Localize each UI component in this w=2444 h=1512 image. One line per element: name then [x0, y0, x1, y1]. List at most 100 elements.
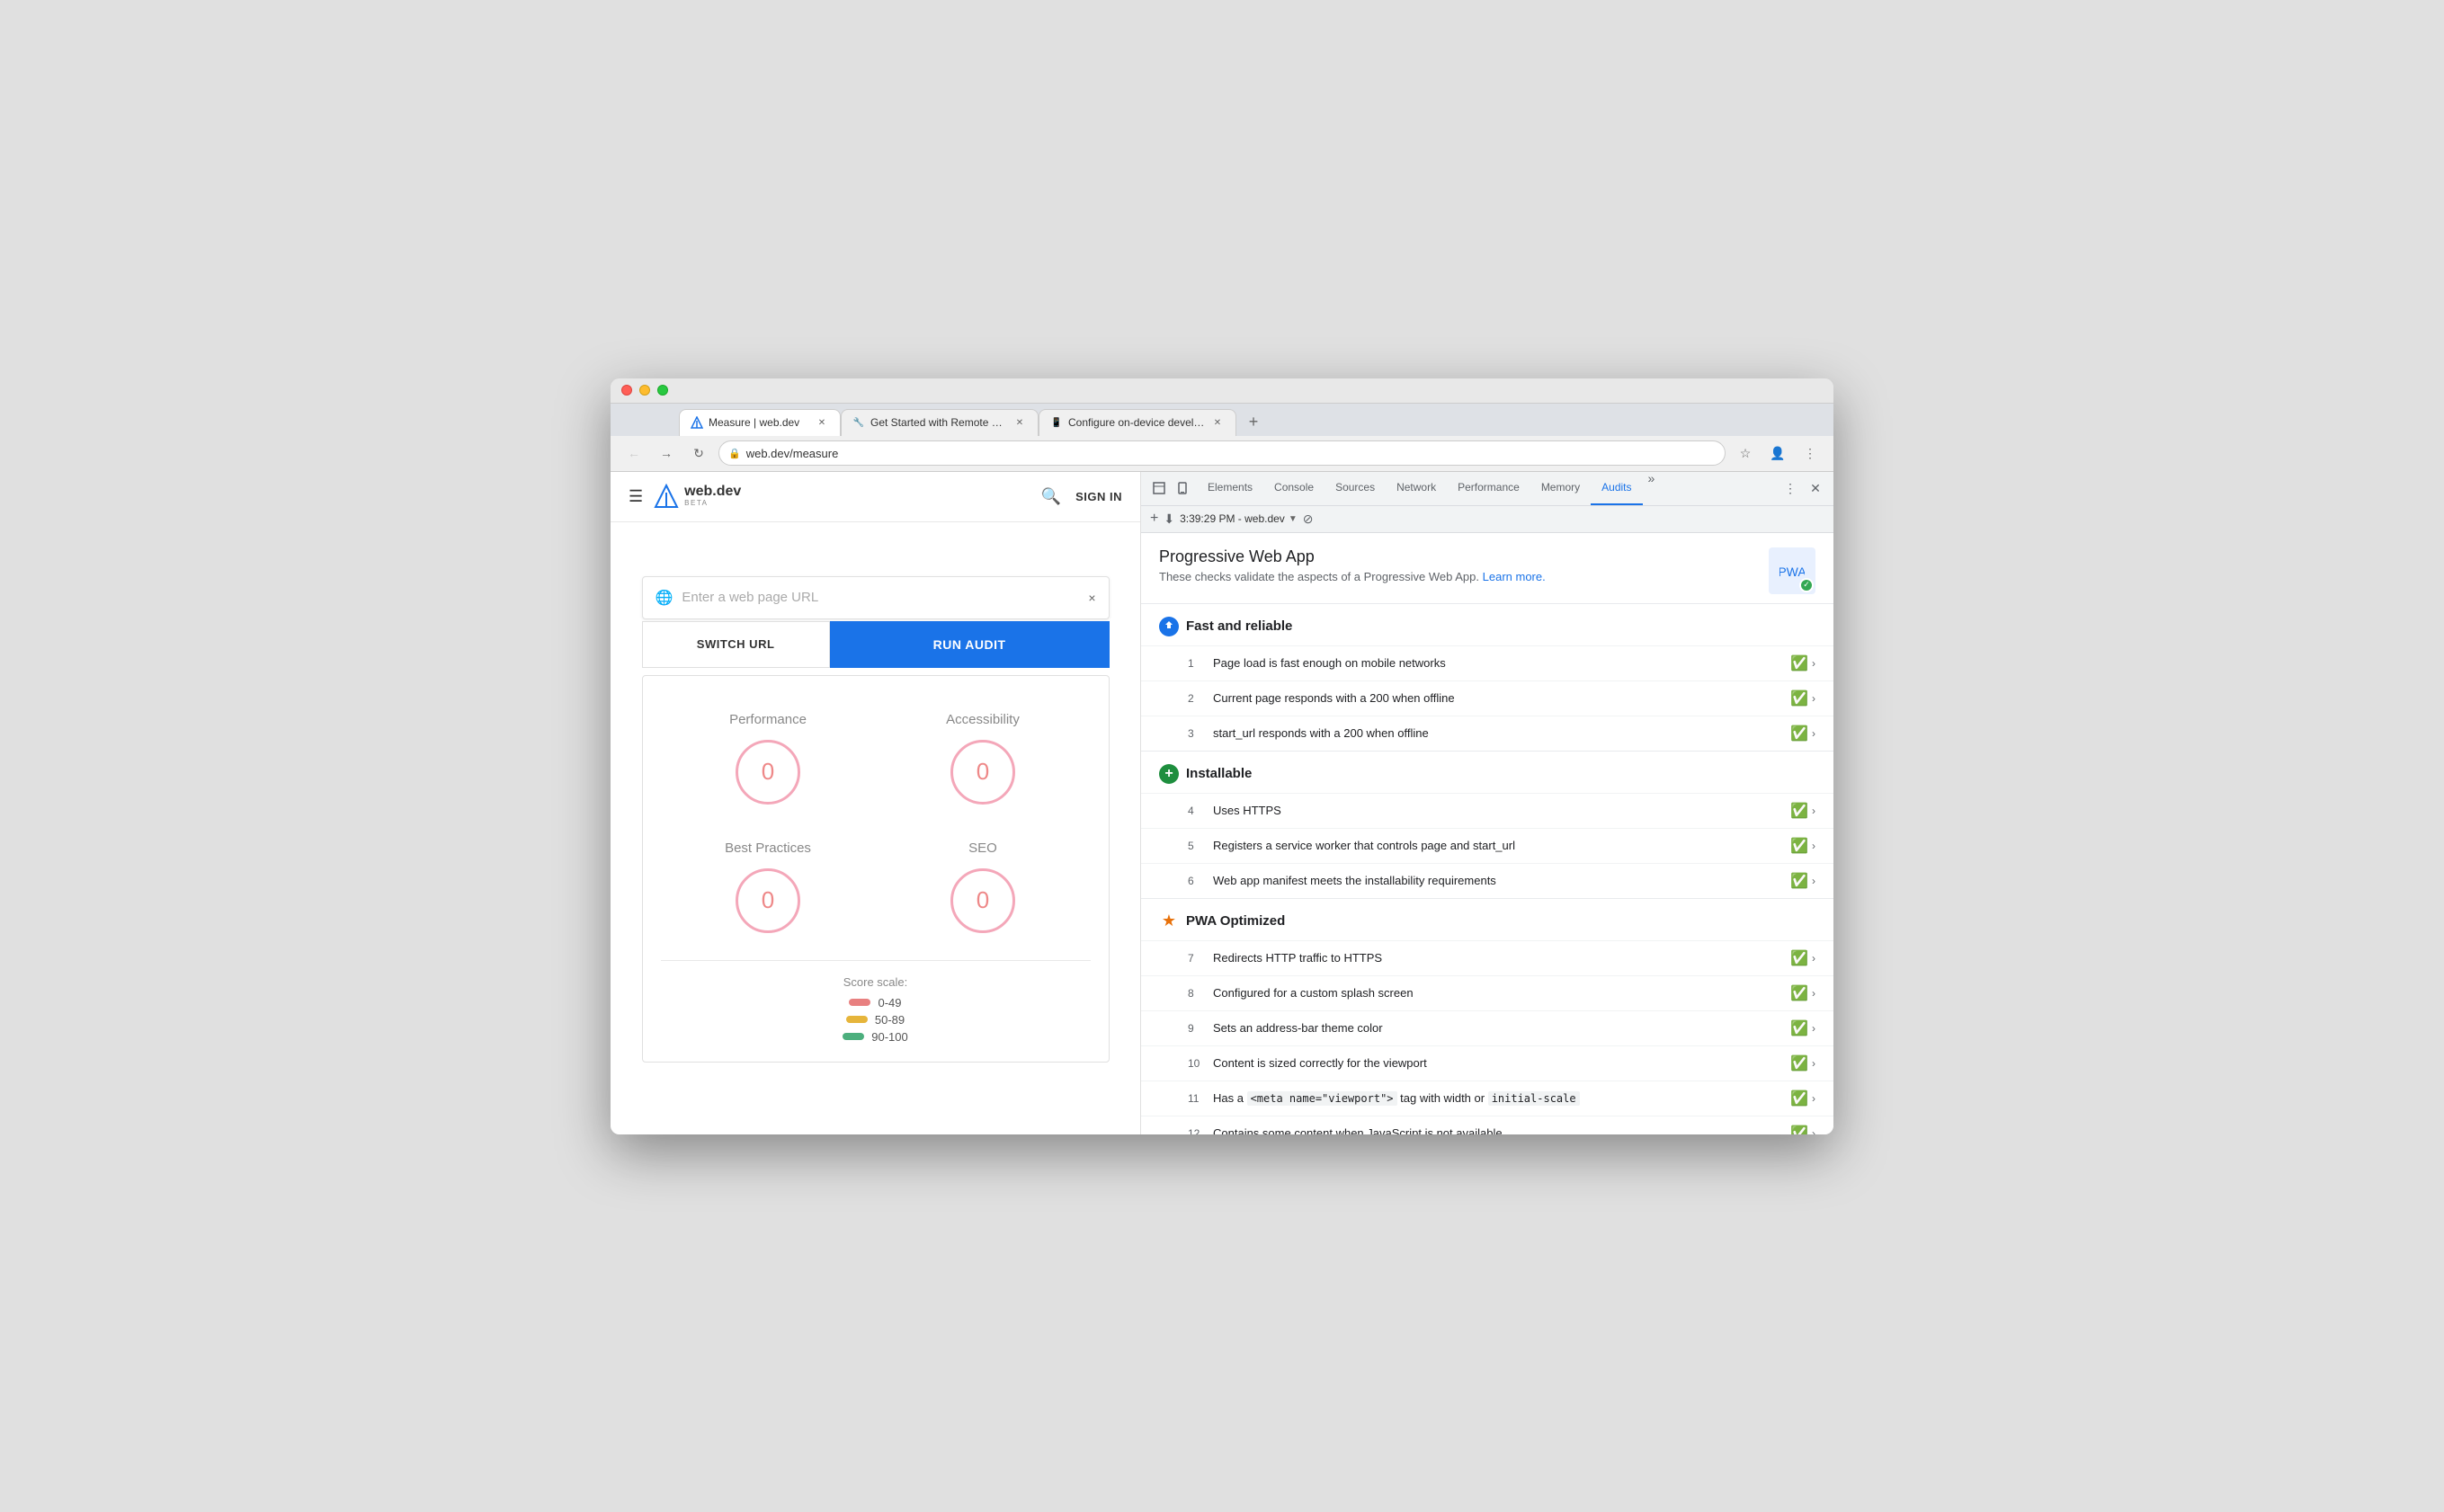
- audit-text-9: Sets an address-bar theme color: [1213, 1021, 1790, 1035]
- audit-text-11: Has a <meta name="viewport"> tag with wi…: [1213, 1091, 1790, 1105]
- maximize-button[interactable]: [657, 385, 668, 396]
- dt-tab-audits[interactable]: Audits: [1591, 472, 1642, 506]
- forward-button[interactable]: →: [654, 440, 679, 466]
- tab-close-3[interactable]: ✕: [1210, 415, 1225, 430]
- audit-check-5: ✅: [1790, 837, 1808, 855]
- dt-tab-network[interactable]: Network: [1386, 472, 1447, 506]
- audit-num-11: 11: [1188, 1092, 1206, 1105]
- audit-chevron-5[interactable]: ›: [1812, 840, 1815, 852]
- sign-in-button[interactable]: SIGN IN: [1075, 490, 1122, 503]
- audit-num-3: 3: [1188, 727, 1206, 740]
- pwa-header: Progressive Web App These checks validat…: [1141, 533, 1833, 603]
- audit-chevron-1[interactable]: ›: [1812, 657, 1815, 670]
- run-audit-button[interactable]: RUN AUDIT: [830, 621, 1110, 668]
- dt-dots[interactable]: ⋮: [1779, 477, 1801, 499]
- score-card-best-practices: Best Practices 0: [661, 823, 876, 951]
- scale-range-green: 90-100: [871, 1030, 907, 1044]
- score-circle-accessibility: 0: [950, 740, 1015, 805]
- pwa-badge: PWA ✓: [1769, 547, 1815, 594]
- audit-check-7: ✅: [1790, 949, 1808, 967]
- audit-text-2: Current page responds with a 200 when of…: [1213, 691, 1790, 705]
- audit-check-6: ✅: [1790, 872, 1808, 890]
- browser-tab-active[interactable]: Measure | web.dev ✕: [679, 409, 841, 436]
- dt-session-arrow: ▼: [1289, 514, 1298, 524]
- url-input-section: 🌐 Enter a web page URL × SWITCH URL RUN …: [642, 576, 1110, 668]
- device-icon[interactable]: [1172, 477, 1193, 499]
- audit-item-10: 10 Content is sized correctly for the vi…: [1141, 1045, 1833, 1081]
- webdev-logo[interactable]: web.dev BETA: [654, 484, 741, 509]
- browser-tab-3[interactable]: 📱 Configure on-device develope... ✕: [1039, 409, 1236, 436]
- audit-chevron-2[interactable]: ›: [1812, 692, 1815, 705]
- audit-chevron-7[interactable]: ›: [1812, 952, 1815, 965]
- hamburger-menu[interactable]: ☰: [629, 487, 643, 506]
- bookmark-button[interactable]: ☆: [1733, 440, 1758, 466]
- tab-close-2[interactable]: ✕: [1012, 415, 1027, 430]
- audit-chevron-4[interactable]: ›: [1812, 805, 1815, 817]
- dt-prohibit-button[interactable]: ⊘: [1303, 511, 1314, 527]
- audit-text-10: Content is sized correctly for the viewp…: [1213, 1056, 1790, 1070]
- dt-more-tabs[interactable]: »: [1643, 472, 1661, 506]
- menu-button[interactable]: ⋮: [1797, 440, 1823, 466]
- browser-window: Measure | web.dev ✕ 🔧 Get Started with R…: [611, 378, 1833, 1134]
- audit-chevron-3[interactable]: ›: [1812, 727, 1815, 740]
- search-icon[interactable]: 🔍: [1041, 487, 1061, 506]
- scale-item-green: 90-100: [843, 1030, 907, 1044]
- switch-url-button[interactable]: SWITCH URL: [642, 621, 830, 668]
- browser-tab-2[interactable]: 🔧 Get Started with Remote Debu... ✕: [841, 409, 1039, 436]
- audit-chevron-12[interactable]: ›: [1812, 1127, 1815, 1134]
- audit-num-4: 4: [1188, 805, 1206, 817]
- audit-check-11: ✅: [1790, 1090, 1808, 1107]
- svg-text:PWA: PWA: [1779, 565, 1805, 579]
- audit-num-10: 10: [1188, 1057, 1206, 1070]
- audit-section-header-installable: + Installable: [1141, 752, 1833, 793]
- dt-tab-performance[interactable]: Performance: [1447, 472, 1530, 506]
- dt-tab-elements[interactable]: Elements: [1197, 472, 1263, 506]
- dt-tab-sources[interactable]: Sources: [1325, 472, 1386, 506]
- audit-item-5: 5 Registers a service worker that contro…: [1141, 828, 1833, 863]
- audit-status-2: ✅ ›: [1790, 689, 1815, 707]
- dt-download-button[interactable]: ⬇: [1164, 511, 1174, 527]
- dt-close-button[interactable]: ✕: [1805, 477, 1826, 499]
- dt-session-selector[interactable]: 3:39:29 PM - web.dev ▼: [1180, 512, 1298, 525]
- audit-chevron-6[interactable]: ›: [1812, 875, 1815, 887]
- address-bar: ← → ↻ 🔒 web.dev/measure ☆ 👤 ⋮: [611, 436, 1833, 472]
- score-card-performance: Performance 0: [661, 694, 876, 823]
- pwa-optimized-section-title: PWA Optimized: [1186, 913, 1285, 929]
- dt-tab-memory[interactable]: Memory: [1530, 472, 1591, 506]
- url-bar[interactable]: 🔒 web.dev/measure: [718, 440, 1726, 466]
- pwa-title-section: Progressive Web App These checks validat…: [1159, 547, 1769, 583]
- new-tab-button[interactable]: +: [1240, 409, 1267, 436]
- audit-chevron-9[interactable]: ›: [1812, 1022, 1815, 1035]
- audit-num-12: 12: [1188, 1127, 1206, 1134]
- audit-num-7: 7: [1188, 952, 1206, 965]
- tab-title-measure: Measure | web.dev: [709, 416, 809, 429]
- audit-check-9: ✅: [1790, 1019, 1808, 1037]
- audit-chevron-8[interactable]: ›: [1812, 987, 1815, 1000]
- audit-code-meta: <meta name="viewport">: [1247, 1091, 1397, 1106]
- audit-item-12: 12 Contains some content when JavaScript…: [1141, 1116, 1833, 1134]
- devtools-panel: Elements Console Sources Network Perform…: [1141, 472, 1833, 1134]
- inspect-icon[interactable]: [1148, 477, 1170, 499]
- audit-check-12: ✅: [1790, 1125, 1808, 1134]
- clear-icon[interactable]: ×: [1088, 591, 1095, 605]
- tab-favicon-3: 📱: [1050, 416, 1063, 429]
- dt-add-button[interactable]: +: [1150, 511, 1158, 527]
- audit-code-initial-scale: initial-scale: [1488, 1091, 1580, 1106]
- profile-button[interactable]: 👤: [1765, 440, 1790, 466]
- dt-tab-console[interactable]: Console: [1263, 472, 1325, 506]
- pwa-learn-more[interactable]: Learn more.: [1483, 570, 1546, 583]
- audit-item-1: 1 Page load is fast enough on mobile net…: [1141, 645, 1833, 680]
- pwa-title: Progressive Web App: [1159, 547, 1769, 566]
- scale-dot-green: [843, 1033, 864, 1040]
- refresh-button[interactable]: ↻: [686, 440, 711, 466]
- audit-chevron-11[interactable]: ›: [1812, 1092, 1815, 1105]
- tab-close-measure[interactable]: ✕: [815, 415, 829, 430]
- installable-section-title: Installable: [1186, 766, 1252, 781]
- minimize-button[interactable]: [639, 385, 650, 396]
- audit-chevron-10[interactable]: ›: [1812, 1057, 1815, 1070]
- main-content: ☰ web.dev BETA 🔍 SIGN IN: [611, 472, 1833, 1134]
- close-button[interactable]: [621, 385, 632, 396]
- audit-status-8: ✅ ›: [1790, 984, 1815, 1002]
- back-button[interactable]: ←: [621, 440, 647, 466]
- score-label-performance: Performance: [729, 712, 807, 727]
